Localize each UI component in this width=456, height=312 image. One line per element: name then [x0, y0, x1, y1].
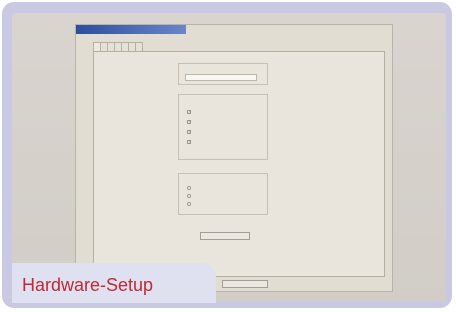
- radio-button-icon: [187, 193, 191, 198]
- port-select[interactable]: [185, 74, 257, 81]
- checkbox-icon: ✓: [187, 108, 192, 114]
- mode-option-3[interactable]: [187, 201, 194, 206]
- mode-group: [178, 173, 268, 215]
- screenshot-photo: ✓ ✓ ✓ ✓: [12, 13, 446, 301]
- tab-7[interactable]: [135, 42, 143, 51]
- checkbox-icon: ✓: [187, 118, 192, 124]
- mode-option-2[interactable]: [187, 193, 194, 198]
- footer-button[interactable]: [222, 280, 268, 288]
- checkbox-icon: ✓: [187, 138, 192, 144]
- tab-bar: [93, 42, 143, 51]
- mode-option-1[interactable]: [187, 185, 194, 190]
- port-group: [178, 63, 268, 85]
- channel-option-2[interactable]: ✓: [187, 119, 194, 124]
- radio-button-icon: [187, 201, 191, 206]
- channel-option-1[interactable]: ✓: [187, 109, 194, 114]
- setup-window: ✓ ✓ ✓ ✓: [75, 24, 393, 292]
- checkbox-icon: ✓: [187, 128, 192, 134]
- radio-button-icon: [187, 185, 191, 190]
- channel-option-3[interactable]: ✓: [187, 129, 194, 134]
- channel-option-4[interactable]: ✓: [187, 139, 194, 144]
- caption-label: Hardware-Setup: [22, 275, 154, 295]
- caption-tab: Hardware-Setup: [12, 263, 216, 303]
- channel-group: ✓ ✓ ✓ ✓: [178, 94, 268, 160]
- screenshot-frame: ✓ ✓ ✓ ✓ Hardware-Setup: [2, 2, 452, 308]
- detect-button[interactable]: [200, 232, 250, 240]
- tab-panel: ✓ ✓ ✓ ✓: [93, 51, 385, 277]
- window-title-bar: [76, 25, 186, 34]
